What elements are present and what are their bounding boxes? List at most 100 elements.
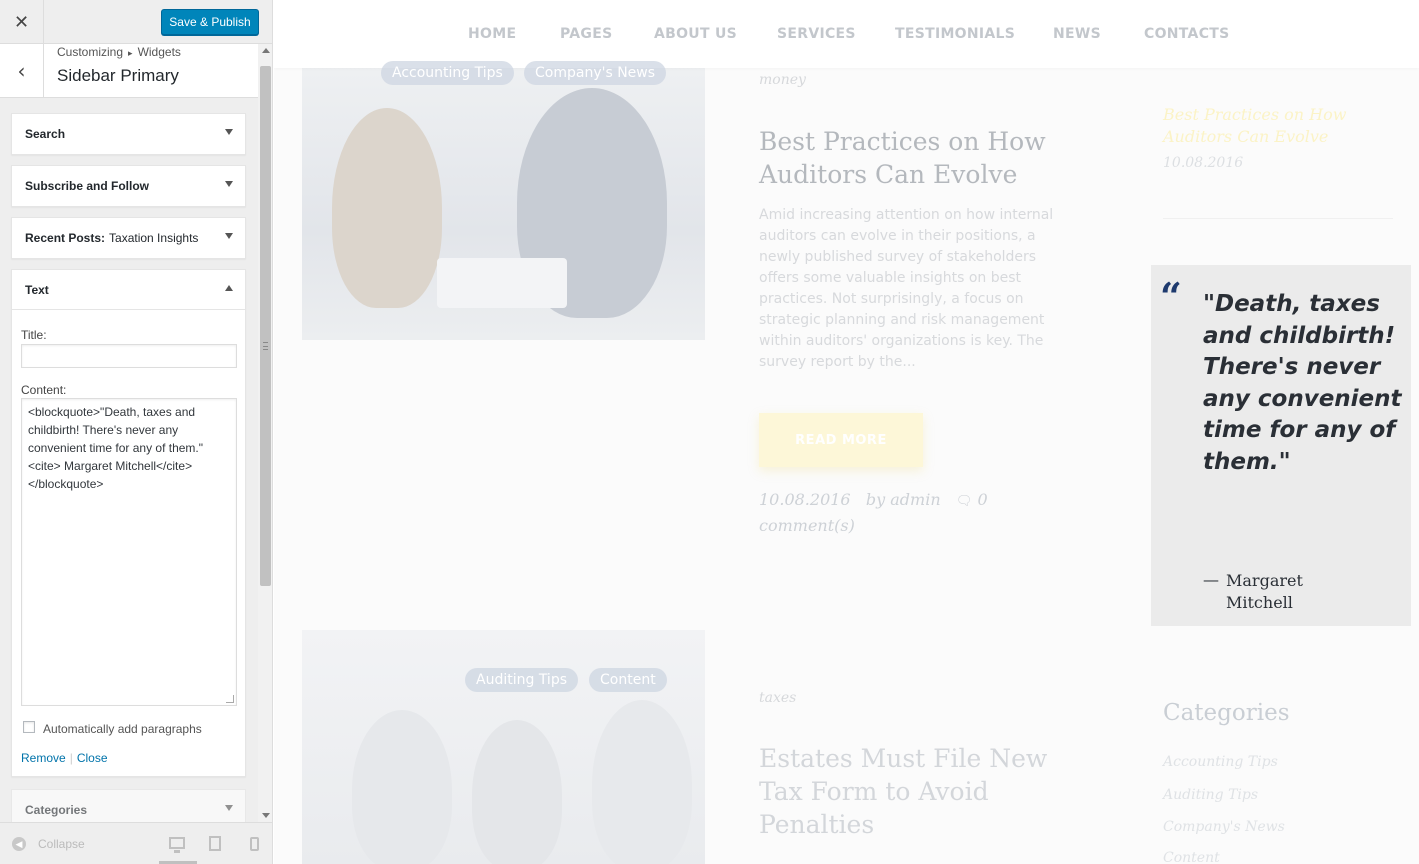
- widget-text-header[interactable]: Text: [12, 270, 245, 310]
- post2-title[interactable]: Estates Must File New Tax Form to Avoid …: [759, 742, 1059, 841]
- image-figure: [437, 258, 567, 308]
- widget-search[interactable]: Search: [11, 113, 246, 155]
- widget-content-textarea[interactable]: <blockquote>"Death, taxes and childbirth…: [21, 398, 237, 706]
- sidebar-category-item[interactable]: Accounting Tips: [1163, 754, 1278, 770]
- sidebar-category-item[interactable]: Auditing Tips: [1163, 787, 1258, 803]
- quote-dash: —: [1203, 570, 1219, 589]
- post2-category[interactable]: taxes: [759, 690, 796, 706]
- post1-featured-image[interactable]: [302, 68, 705, 340]
- breadcrumb-separator: ▸: [128, 48, 133, 58]
- chevron-down-icon[interactable]: [225, 805, 233, 811]
- site-preview: HOME PAGES ABOUT US SERVICES TESTIMONIAL…: [274, 0, 1419, 864]
- post1-comments-label[interactable]: comment(s): [759, 516, 855, 535]
- desktop-preview-icon[interactable]: [169, 837, 185, 853]
- comment-icon: 🗨: [955, 494, 973, 509]
- section-title: Sidebar Primary: [57, 66, 179, 85]
- close-icon[interactable]: ✕: [0, 0, 44, 44]
- widget-search-header[interactable]: Search: [12, 114, 245, 154]
- widget-title-input[interactable]: [21, 344, 237, 368]
- post1-excerpt: Amid increasing attention on how interna…: [759, 207, 1054, 370]
- save-publish-button[interactable]: Save & Publish: [161, 9, 259, 35]
- quote-cite: Margaret Mitchell: [1226, 571, 1303, 612]
- collapse-icon[interactable]: ◀: [12, 837, 26, 851]
- customizer-header: ✕ Save & Publish: [0, 0, 272, 44]
- section-header: ‹ Customizing ▸ Widgets Sidebar Primary: [0, 44, 258, 98]
- back-arrow-icon[interactable]: ‹: [0, 44, 44, 98]
- post1-title[interactable]: Best Practices on How Auditors Can Evolv…: [759, 125, 1059, 191]
- post1-meta: 10.08.2016 by admin 🗨 0 comment(s): [759, 488, 1019, 538]
- sidebar-category-item[interactable]: Content: [1163, 850, 1220, 864]
- mobile-preview-icon[interactable]: [250, 837, 259, 851]
- resize-handle-icon[interactable]: [226, 695, 234, 703]
- content-text: <blockquote>"Death, taxes and childbirth…: [28, 405, 207, 491]
- customizer-panel: ✕ Save & Publish ‹ Customizing ▸ Widgets S…: [0, 0, 273, 864]
- post1-tag-accounting[interactable]: Accounting Tips: [381, 61, 514, 85]
- content-label: Content:: [21, 383, 67, 397]
- nav-services[interactable]: SERVICES: [777, 26, 856, 42]
- post2-featured-image[interactable]: [302, 630, 705, 864]
- post2-tag-auditing[interactable]: Auditing Tips: [465, 668, 579, 692]
- widget-title: Text: [25, 282, 49, 297]
- customizer-scrollbar[interactable]: [258, 44, 272, 822]
- chevron-up-icon[interactable]: [225, 285, 233, 291]
- quote-text: "Death, taxes and childbirth! There's ne…: [1203, 291, 1402, 475]
- collapse-button[interactable]: Collapse: [38, 837, 85, 851]
- widget-subscribe-header[interactable]: Subscribe and Follow: [12, 166, 245, 206]
- scroll-up-arrow-icon[interactable]: [262, 48, 270, 53]
- remove-link[interactable]: Remove: [21, 751, 66, 765]
- read-more-button[interactable]: READ MORE: [759, 413, 923, 467]
- quote-mark-icon: “: [1160, 274, 1182, 319]
- autop-checkbox[interactable]: [23, 721, 35, 733]
- widget-title: Search: [25, 127, 66, 141]
- nav-home[interactable]: HOME: [468, 26, 516, 42]
- autop-label: Automatically add paragraphs: [43, 722, 202, 736]
- widget-subtitle: Taxation Insights: [109, 231, 199, 245]
- chevron-down-icon[interactable]: [225, 233, 233, 239]
- sidebar-divider: [1163, 218, 1393, 219]
- grip-icon: [263, 342, 268, 350]
- nav-news[interactable]: NEWS: [1053, 26, 1101, 42]
- close-link[interactable]: Close: [77, 751, 108, 765]
- widget-categories[interactable]: Categories: [11, 789, 246, 822]
- sidebar-category-item[interactable]: Company's News: [1163, 819, 1285, 835]
- sidebar-recent-post-date: 10.08.2016: [1163, 155, 1244, 171]
- post1-date[interactable]: 10.08.2016: [759, 490, 851, 509]
- actions-separator: |: [69, 751, 73, 765]
- nav-testimonials[interactable]: TESTIMONIALS: [895, 26, 1015, 42]
- widget-recent-posts-header[interactable]: Recent Posts: Taxation Insights: [12, 218, 245, 258]
- widget-subscribe-follow[interactable]: Subscribe and Follow: [11, 165, 246, 207]
- image-figure: [352, 710, 452, 864]
- tablet-preview-icon[interactable]: [209, 836, 221, 851]
- nav-pages[interactable]: PAGES: [560, 26, 612, 42]
- sidebar-categories-title: Categories: [1163, 700, 1290, 726]
- post1-comments-count[interactable]: 0: [978, 490, 988, 509]
- post1-author[interactable]: by admin: [866, 490, 941, 509]
- image-figure: [332, 108, 442, 308]
- title-label: Title:: [21, 328, 47, 342]
- post2-tag-content[interactable]: Content: [589, 668, 667, 692]
- chevron-down-icon[interactable]: [225, 181, 233, 187]
- post1-tag-company-news[interactable]: Company's News: [524, 61, 667, 85]
- nav-about-us[interactable]: ABOUT US: [654, 26, 737, 42]
- customizer-scroll-area: ‹ Customizing ▸ Widgets Sidebar Primary Se…: [0, 44, 258, 822]
- sidebar-quote-widget: “ "Death, taxes and childbirth! There's …: [1151, 265, 1411, 626]
- breadcrumb-customizing: Customizing: [57, 45, 124, 59]
- scroll-down-arrow-icon[interactable]: [262, 813, 270, 818]
- breadcrumb: Customizing ▸ Widgets: [57, 45, 181, 59]
- widget-recent-posts[interactable]: Recent Posts: Taxation Insights: [11, 217, 246, 259]
- widget-title: Categories: [25, 803, 88, 817]
- main-nav: HOME PAGES ABOUT US SERVICES TESTIMONIAL…: [274, 0, 1419, 68]
- sidebar-recent-post-title[interactable]: Best Practices on How Auditors Can Evolv…: [1163, 104, 1373, 148]
- widget-actions: Remove | Close: [21, 751, 108, 765]
- nav-contacts[interactable]: CONTACTS: [1144, 26, 1230, 42]
- image-figure: [472, 720, 562, 864]
- post1-category[interactable]: money: [759, 72, 806, 88]
- breadcrumb-widgets: Widgets: [137, 45, 181, 59]
- widget-title: Recent Posts:: [25, 231, 106, 245]
- widget-title: Subscribe and Follow: [25, 179, 150, 193]
- chevron-down-icon[interactable]: [225, 129, 233, 135]
- customizer-footer: ◀ Collapse: [0, 822, 272, 864]
- scrollbar-thumb[interactable]: [260, 66, 271, 586]
- widget-categories-header[interactable]: Categories: [12, 790, 245, 822]
- widget-text: Text Title: Content: <blockquote>"Death,…: [11, 269, 246, 777]
